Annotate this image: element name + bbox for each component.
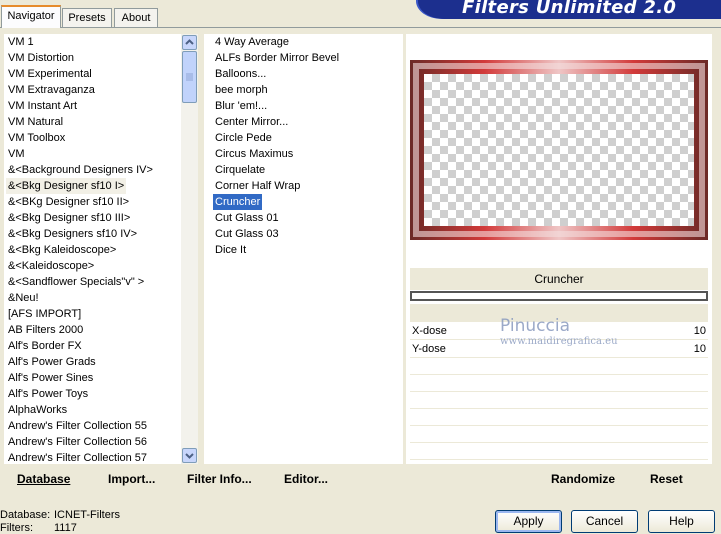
param-value[interactable]: 10 <box>694 323 706 339</box>
watermark-name: Pinuccia <box>500 316 570 336</box>
tab-divider <box>0 27 721 28</box>
filter-item[interactable]: Circle Pede <box>213 130 274 146</box>
category-item[interactable]: &<Kaleidoscope> <box>6 258 96 274</box>
preview-image <box>410 60 708 240</box>
category-item[interactable]: &<Bkg Designer sf10 III> <box>6 210 132 226</box>
filter-item[interactable]: 4 Way Average <box>213 34 291 50</box>
category-item[interactable]: Alf's Power Sines <box>6 370 95 386</box>
category-item[interactable]: VM 1 <box>6 34 36 50</box>
category-item[interactable]: Andrew's Filter Collection 56 <box>6 434 149 450</box>
progress-bar <box>410 291 708 301</box>
scroll-thumb[interactable] <box>182 51 197 103</box>
grip-icon <box>186 73 193 81</box>
category-item[interactable]: VM Instant Art <box>6 98 79 114</box>
filter-item[interactable]: Cut Glass 03 <box>213 226 281 242</box>
status-filters-label: Filters: <box>0 522 33 534</box>
tab-about[interactable]: About <box>114 8 158 27</box>
preview-transparency <box>424 74 694 226</box>
category-item[interactable]: Andrew's Filter Collection 57 <box>6 450 149 466</box>
param-row-empty <box>410 443 708 460</box>
filter-item[interactable]: Center Mirror... <box>213 114 290 130</box>
category-item[interactable]: VM Toolbox <box>6 130 67 146</box>
param-value[interactable]: 10 <box>694 341 706 357</box>
category-item[interactable]: &<Sandflower Specials"v" > <box>6 274 146 290</box>
filter-item[interactable]: Cut Glass 01 <box>213 210 281 226</box>
scroll-up-button[interactable] <box>182 35 197 50</box>
tab-presets[interactable]: Presets <box>62 8 112 27</box>
filter-item[interactable]: ALFs Border Mirror Bevel <box>213 50 341 66</box>
category-item[interactable]: AB Filters 2000 <box>6 322 85 338</box>
param-row-empty <box>410 375 708 392</box>
filter-item[interactable]: Cirquelate <box>213 162 267 178</box>
category-item[interactable]: [AFS IMPORT] <box>6 306 83 322</box>
filter-item[interactable]: Blur 'em!... <box>213 98 269 114</box>
category-item[interactable]: &Neu! <box>6 290 41 306</box>
category-item[interactable]: &<Bkg Designer sf10 I> <box>6 178 127 194</box>
category-item[interactable]: VM Experimental <box>6 66 94 82</box>
chevron-down-icon <box>185 453 194 459</box>
import-link[interactable]: Import... <box>108 472 155 486</box>
filter-item[interactable]: Cruncher <box>213 194 263 210</box>
filter-name-label: Cruncher <box>410 268 708 290</box>
tab-navigator[interactable]: Navigator <box>1 5 61 28</box>
randomize-button[interactable]: Randomize <box>551 472 615 486</box>
app-title: Filters Unlimited 2.0 <box>462 0 677 18</box>
status-database-value: ICNET-Filters <box>54 509 120 521</box>
apply-button[interactable]: Apply <box>495 510 562 533</box>
param-label: X-dose <box>412 325 447 337</box>
status-filters-value: 1117 <box>54 522 77 534</box>
param-label: Y-dose <box>412 343 446 355</box>
database-link[interactable]: Database <box>17 472 70 486</box>
editor-link[interactable]: Editor... <box>284 472 328 486</box>
category-item[interactable]: VM <box>6 146 27 162</box>
category-item[interactable]: &<Bkg Designers sf10 IV> <box>6 226 139 242</box>
category-item[interactable]: VM Natural <box>6 114 65 130</box>
chevron-up-icon <box>185 39 194 45</box>
filter-info-link[interactable]: Filter Info... <box>187 472 252 486</box>
status-database-label: Database: <box>0 509 51 521</box>
filter-item[interactable]: Balloons... <box>213 66 268 82</box>
category-item[interactable]: VM Extravaganza <box>6 82 97 98</box>
category-item[interactable]: VM Distortion <box>6 50 76 66</box>
category-list[interactable]: VM 1 VM Distortion VM Experimental VM Extra… <box>4 34 181 464</box>
reset-button[interactable]: Reset <box>650 472 683 486</box>
category-item[interactable]: Andrew's Filter Collection 55 <box>6 418 149 434</box>
filter-item[interactable]: Corner Half Wrap <box>213 178 302 194</box>
category-item[interactable]: Alf's Power Grads <box>6 354 98 370</box>
cancel-button[interactable]: Cancel <box>571 510 638 533</box>
help-button[interactable]: Help <box>648 510 715 533</box>
watermark-url: www.maidiregrafica.eu <box>500 336 618 347</box>
param-row-empty <box>410 426 708 443</box>
param-row-empty <box>410 358 708 375</box>
param-row-empty <box>410 392 708 409</box>
category-item[interactable]: Alf's Border FX <box>6 338 84 354</box>
category-item[interactable]: AlphaWorks <box>6 402 69 418</box>
filter-item[interactable]: Dice It <box>213 242 248 258</box>
category-scrollbar[interactable] <box>181 34 198 464</box>
category-item[interactable]: &<Background Designers IV> <box>6 162 155 178</box>
filter-item[interactable]: Circus Maximus <box>213 146 295 162</box>
category-item[interactable]: &<Bkg Kaleidoscope> <box>6 242 118 258</box>
filter-item[interactable]: bee morph <box>213 82 270 98</box>
param-row-empty <box>410 409 708 426</box>
scroll-down-button[interactable] <box>182 448 197 463</box>
category-item[interactable]: &<BKg Designer sf10 II> <box>6 194 131 210</box>
category-item[interactable]: Alf's Power Toys <box>6 386 90 402</box>
filter-list[interactable]: 4 Way Average ALFs Border Mirror Bevel Bal… <box>204 34 403 464</box>
